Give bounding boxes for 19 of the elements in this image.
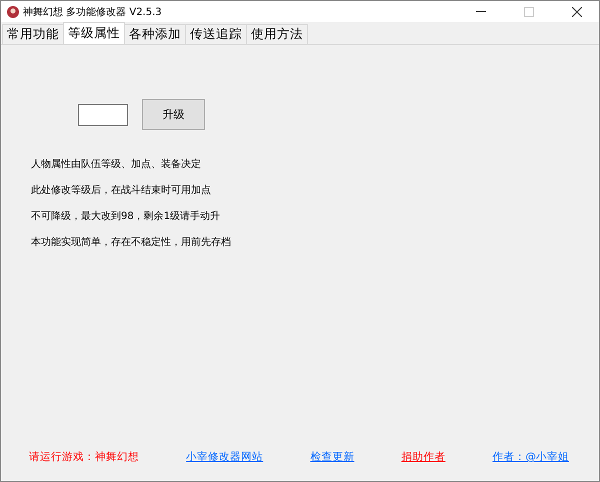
footer-link[interactable]: 小宰修改器网站 [186,450,264,464]
window-title: 神舞幻想 多功能修改器 V2.5.3 [23,6,163,18]
tab[interactable]: 等级属性 [63,22,125,44]
footer-link[interactable]: 检查更新 [310,450,354,464]
note-text: 本功能实现简单，存在不稳定性，用前先存档 [31,236,231,250]
tab[interactable]: 常用功能 [2,24,64,44]
status-text: 请运行游戏：神舞幻想 [29,450,139,464]
tab[interactable]: 使用方法 [246,24,308,44]
upgrade-button[interactable]: 升级 [142,99,205,130]
note-text: 不可降级，最大改到98，剩余1级请手动升 [31,210,220,224]
footer-link[interactable]: 作者：@小宰姐 [492,450,569,464]
note-text: 人物属性由队伍等级、加点、装备决定 [31,158,201,172]
level-field[interactable] [78,104,128,126]
maximize-icon [524,6,534,16]
close-icon [572,6,582,16]
minimize-icon [476,11,486,12]
note-text: 此处修改等级后，在战斗结束时可用加点 [31,184,211,198]
footer-link[interactable]: 捐助作者 [401,450,446,464]
app-logo-icon [7,6,19,18]
